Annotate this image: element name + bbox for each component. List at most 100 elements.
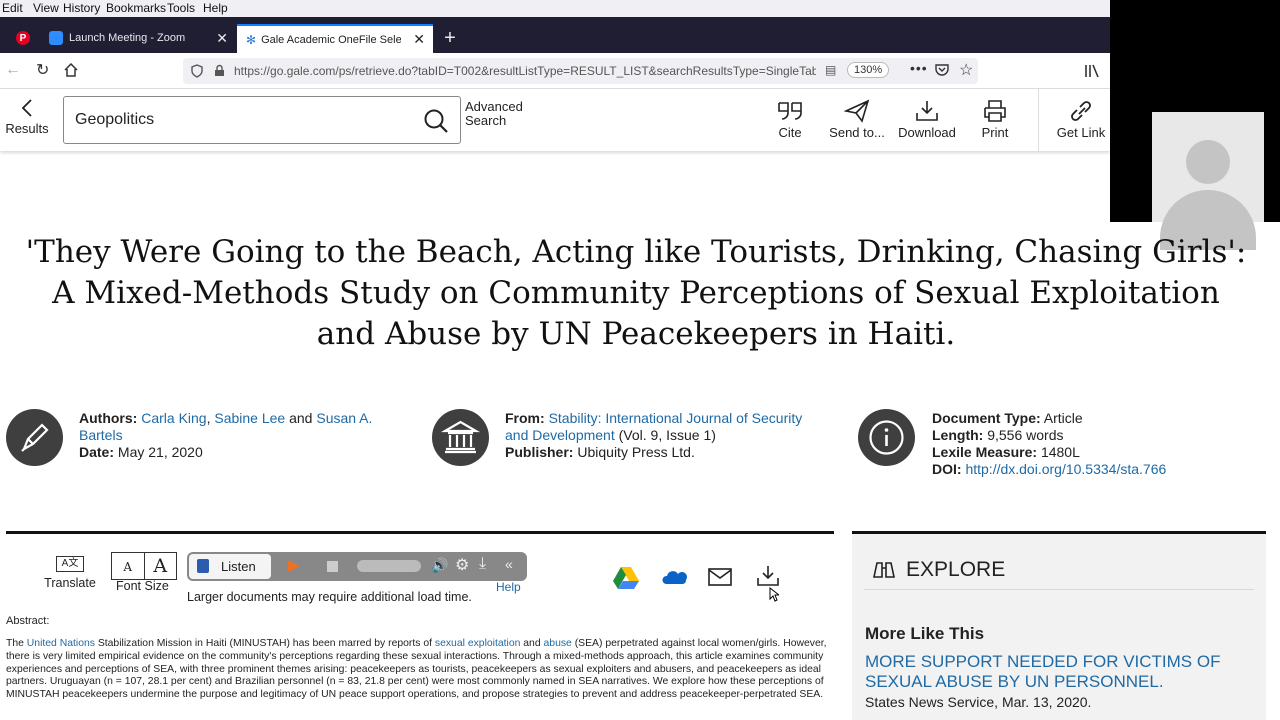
print-label: Print — [981, 125, 1009, 140]
menu-history[interactable]: History — [63, 1, 100, 15]
document-divider — [6, 531, 834, 534]
term-link[interactable]: United Nations — [27, 638, 95, 649]
menu-edit[interactable]: Edit — [2, 1, 23, 15]
listen-button[interactable]: Listen — [189, 554, 271, 579]
reader-view-icon[interactable]: ▤ — [825, 63, 836, 77]
library-icon[interactable] — [1084, 64, 1100, 78]
author-link[interactable]: Carla King — [141, 410, 206, 426]
info-icon — [858, 409, 915, 466]
translate-button[interactable]: A文 Translate — [40, 556, 100, 590]
term-link[interactable]: abuse — [544, 638, 572, 649]
menu-view[interactable]: View — [33, 1, 59, 15]
journal-link[interactable]: Stability: International Journal of Secu… — [549, 410, 803, 426]
author-link[interactable]: Susan A. — [316, 410, 372, 426]
font-size-label: Font Size — [116, 579, 169, 593]
participant-avatar — [1152, 112, 1264, 250]
send-to-button[interactable]: Send to... — [826, 99, 888, 140]
page-actions-icon[interactable]: ••• — [910, 60, 928, 76]
author-link[interactable]: Sabine Lee — [214, 410, 285, 426]
title-line: and Abuse by UN Peacekeepers in Haiti. — [316, 316, 956, 352]
related-source: States News Service, Mar. 13, 2020. — [865, 694, 1092, 710]
font-increase-button[interactable]: A — [145, 553, 177, 579]
menu-help[interactable]: Help — [203, 1, 228, 15]
results-back-button[interactable]: Results — [2, 97, 52, 136]
related-title-line: SEXUAL ABUSE BY UN PERSONNEL. — [865, 672, 1164, 691]
tab-close-icon[interactable]: ✕ — [216, 30, 228, 47]
url-text[interactable]: https://go.gale.com/ps/retrieve.do?tabID… — [234, 64, 816, 78]
lexile-value: 1480L — [1040, 444, 1080, 460]
back-icon[interactable]: ← — [5, 61, 21, 79]
document-download-icon[interactable] — [755, 564, 781, 588]
gale-header: Results Geopolitics Advanced Search Cite… — [0, 89, 1110, 151]
tab-gale[interactable]: ✻ Gale Academic OneFile Select ✕ — [237, 24, 433, 53]
title-line: A Mixed-Methods Study on Community Perce… — [52, 275, 1220, 311]
send-to-label: Send to... — [829, 125, 885, 140]
search-icon[interactable] — [423, 108, 449, 134]
volume-icon[interactable]: 🔊 — [431, 557, 448, 574]
source-block: From: Stability: International Journal o… — [505, 410, 845, 461]
mouse-cursor-icon — [769, 587, 779, 602]
explore-title: EXPLORE — [906, 558, 1006, 581]
title-line: 'They Were Going to the Beach, Acting li… — [25, 234, 1247, 270]
print-button[interactable]: Print — [970, 99, 1020, 140]
loading-icon: ✻ — [246, 32, 257, 47]
menu-bookmarks[interactable]: Bookmarks — [106, 1, 166, 15]
speaker-icon — [197, 559, 209, 573]
progress-slider[interactable] — [357, 560, 421, 572]
play-icon[interactable]: ▶ — [288, 556, 300, 574]
new-tab-button[interactable]: + — [440, 24, 460, 52]
advanced-search-line2: Search — [465, 113, 507, 128]
tab-zoom[interactable]: Launch Meeting - Zoom ✕ — [40, 24, 236, 52]
printer-icon — [984, 100, 1006, 122]
article-title: 'They Were Going to the Beach, Acting li… — [0, 232, 1272, 355]
more-like-this-heading: More Like This — [865, 624, 985, 643]
readspeaker-player: Listen ▶ 🔊 ⚙ ⤓ « — [187, 552, 527, 581]
onedrive-icon[interactable] — [662, 569, 688, 585]
search-input[interactable]: Geopolitics — [75, 111, 154, 129]
shield-icon[interactable] — [191, 64, 203, 78]
settings-gear-icon[interactable]: ⚙ — [455, 555, 469, 575]
header-divider — [1038, 89, 1039, 151]
collapse-icon[interactable]: « — [505, 556, 513, 572]
home-icon[interactable] — [64, 63, 78, 77]
institution-icon — [432, 409, 489, 466]
zoom-icon — [49, 31, 63, 45]
author-link-cont[interactable]: Bartels — [79, 427, 123, 443]
pinterest-icon: P — [16, 31, 30, 45]
font-decrease-button[interactable]: A — [112, 553, 145, 579]
related-article-link[interactable]: MORE SUPPORT NEEDED FOR VICTIMS OF SEXUA… — [865, 652, 1220, 692]
term-link[interactable]: sexual exploitation — [435, 638, 521, 649]
menu-tools[interactable]: Tools — [167, 1, 195, 15]
length-value: 9,556 words — [987, 427, 1064, 443]
audio-download-icon[interactable]: ⤓ — [479, 555, 486, 573]
google-drive-icon[interactable] — [612, 566, 640, 590]
help-link[interactable]: Help — [496, 580, 521, 594]
cite-button[interactable]: Cite — [765, 99, 815, 140]
bookmark-star-icon[interactable]: ☆ — [959, 60, 973, 80]
tab-pinned-pinterest[interactable]: P — [8, 24, 38, 52]
doctype-value: Article — [1043, 410, 1083, 426]
lock-icon[interactable] — [214, 64, 225, 77]
doi-link[interactable]: http://dx.doi.org/10.5334/sta.766 — [965, 461, 1166, 477]
get-link-button[interactable]: Get Link — [1053, 99, 1109, 140]
journal-link-cont[interactable]: and Development — [505, 427, 615, 443]
download-icon — [916, 101, 938, 121]
nav-bar: ← ↻ https://go.gale.com/ps/retrieve.do?t… — [0, 53, 1110, 89]
lexile-label: Lexile Measure: — [932, 444, 1038, 460]
search-box[interactable]: Geopolitics — [63, 96, 461, 144]
advanced-search-link[interactable]: Advanced Search — [465, 100, 523, 128]
link-icon — [1071, 101, 1091, 121]
reload-icon[interactable]: ↻ — [36, 60, 49, 80]
zoom-level[interactable]: 130% — [847, 62, 890, 78]
download-button[interactable]: Download — [896, 99, 958, 140]
url-bar[interactable]: https://go.gale.com/ps/retrieve.do?tabID… — [183, 58, 978, 84]
explore-divider — [864, 589, 1254, 590]
tab-close-icon[interactable]: ✕ — [413, 31, 425, 48]
load-note: Larger documents may require additional … — [187, 590, 472, 604]
stop-icon[interactable] — [327, 561, 338, 572]
abstract-text: The United Nations Stabilization Mission… — [6, 638, 836, 702]
avatar-head — [1186, 140, 1230, 184]
email-icon[interactable] — [708, 568, 732, 586]
chevron-left-icon — [21, 99, 32, 117]
pocket-icon[interactable] — [935, 63, 949, 77]
